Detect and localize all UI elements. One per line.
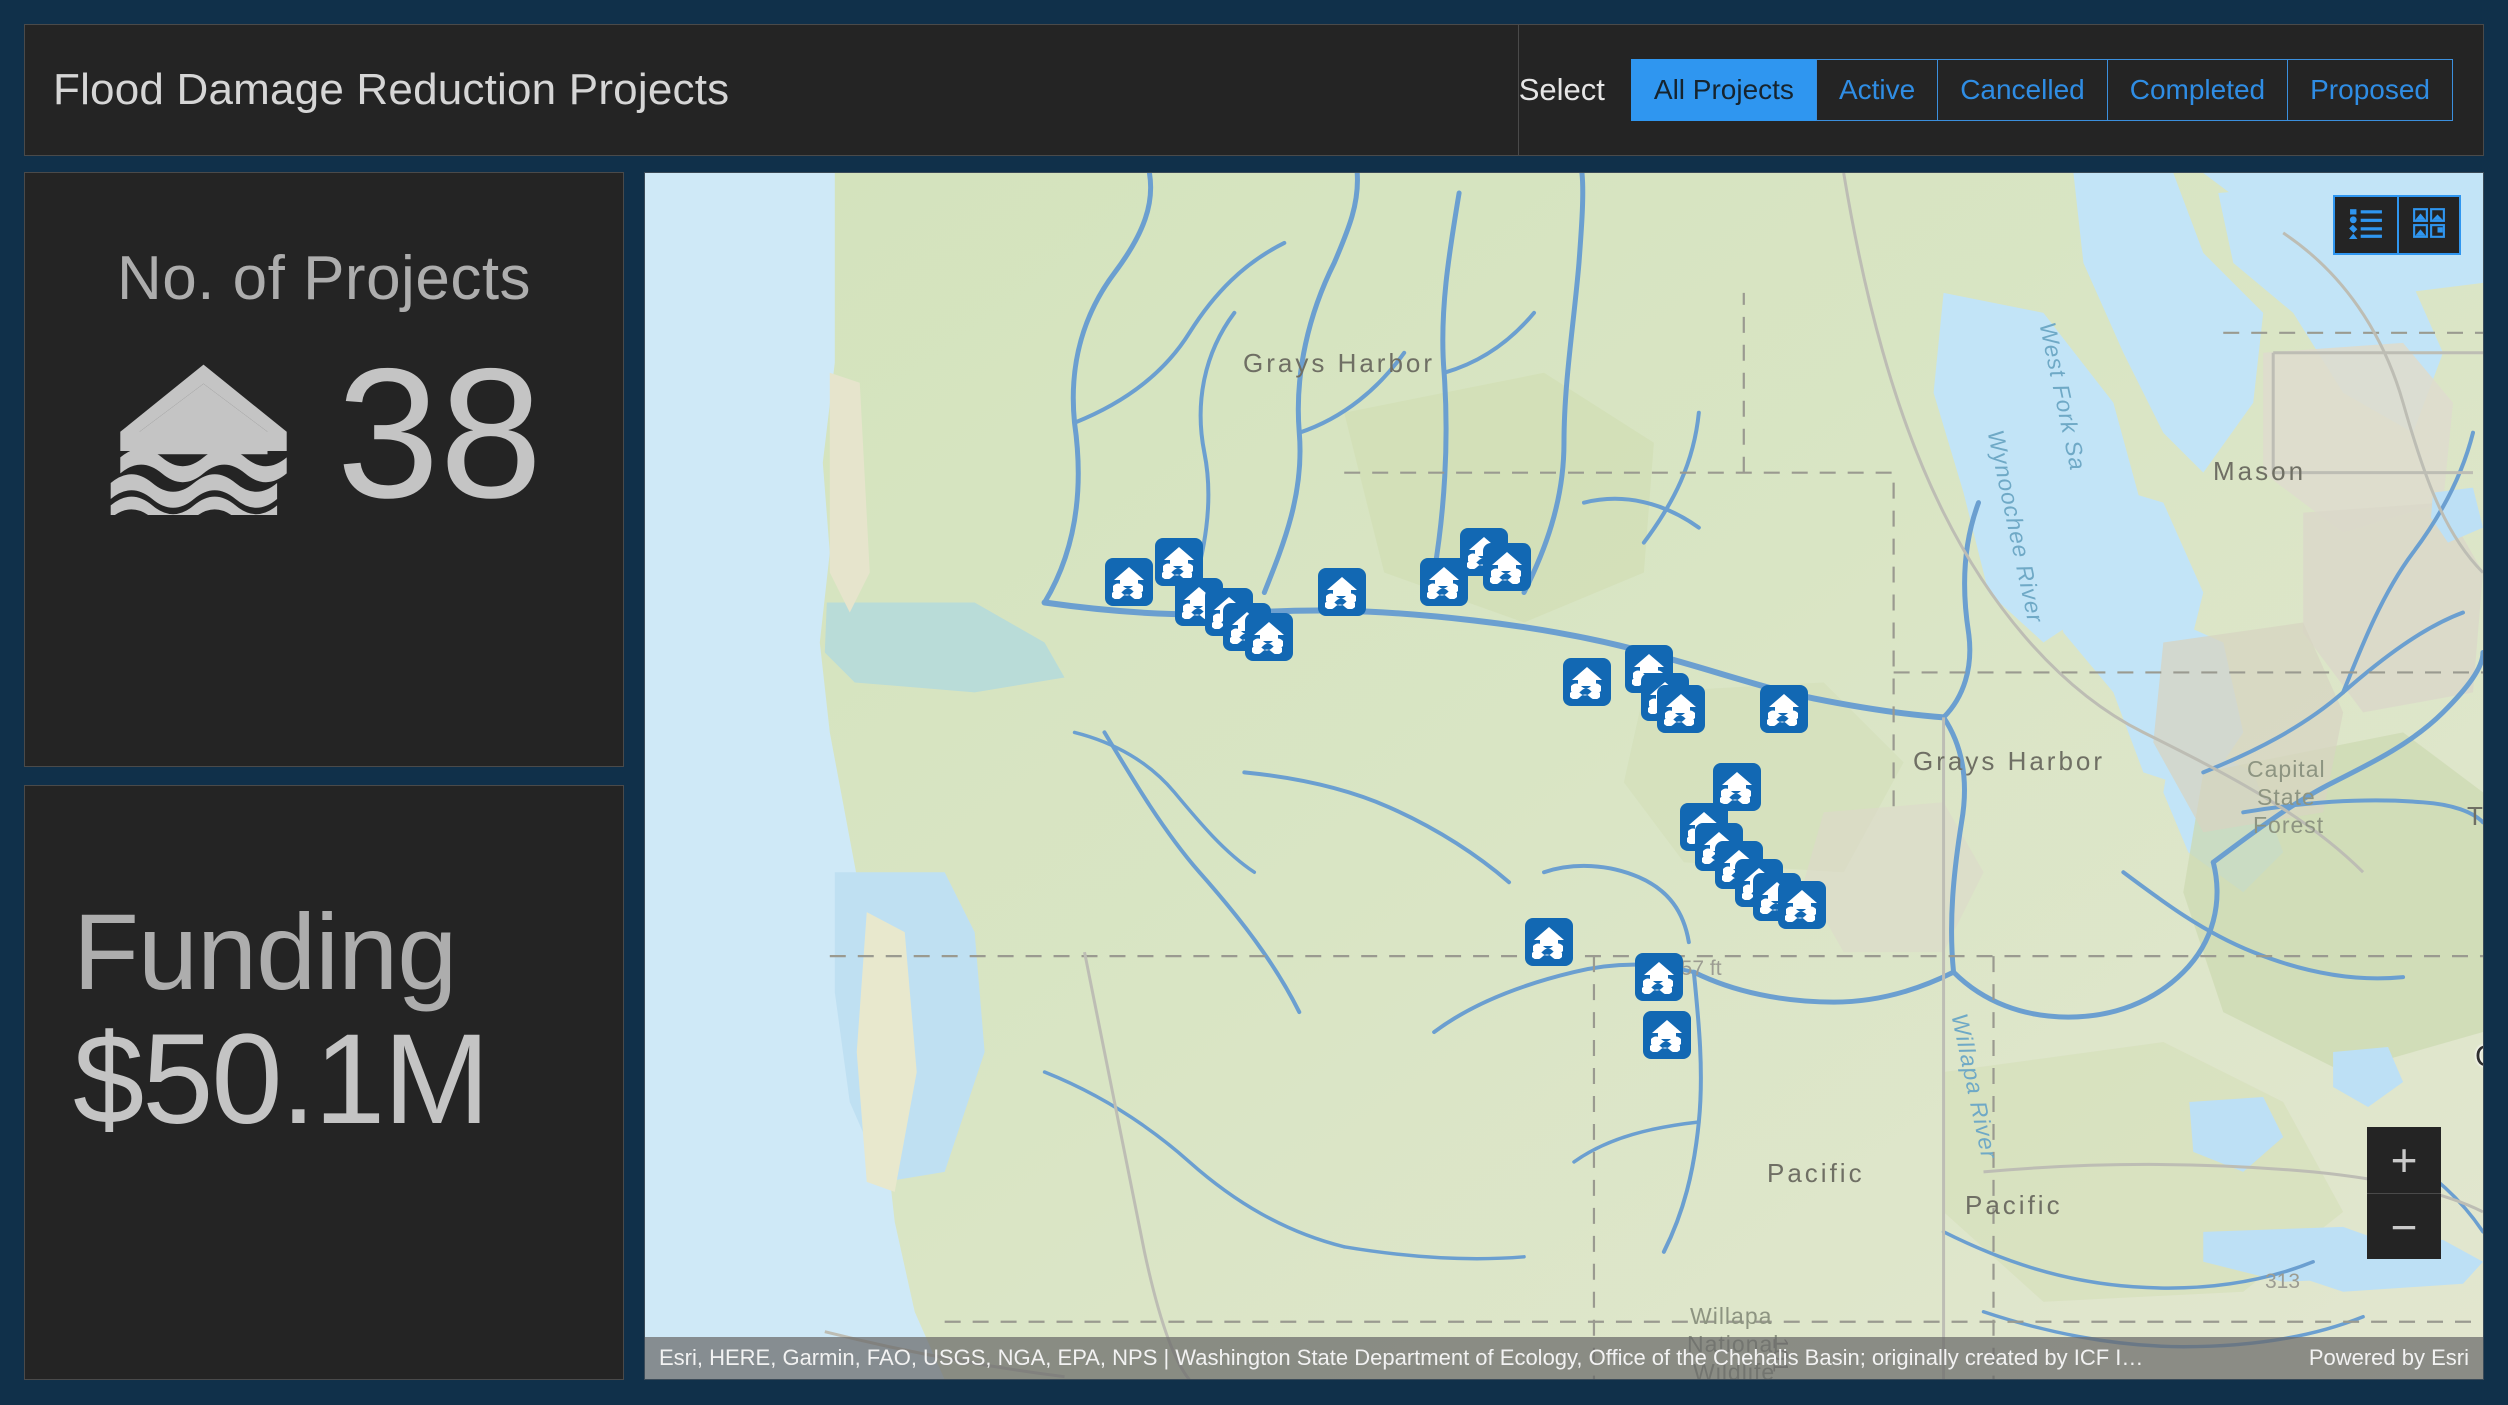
map-project-marker[interactable] xyxy=(1643,1011,1691,1059)
header-filter-panel: Select All Projects Active Cancelled Comple… xyxy=(1518,24,2484,156)
legend-button[interactable] xyxy=(2335,197,2397,253)
filter-button-proposed[interactable]: Proposed xyxy=(2287,59,2453,121)
funding-title: Funding xyxy=(73,890,457,1012)
zoom-in-button[interactable]: + xyxy=(2367,1127,2441,1193)
projects-count-row: 38 xyxy=(106,331,543,537)
map-project-marker[interactable] xyxy=(1760,685,1808,733)
dashboard-root: Flood Damage Reduction Projects Select A… xyxy=(0,0,2508,1405)
legend-icon xyxy=(2349,207,2383,244)
header-title-panel: Flood Damage Reduction Projects xyxy=(24,24,1519,156)
powered-by-esri: Powered by Esri xyxy=(2308,1345,2469,1370)
basemap-gallery-button[interactable] xyxy=(2397,197,2459,253)
map-project-marker[interactable] xyxy=(1635,953,1683,1001)
projects-count-card: No. of Projects 38 xyxy=(24,172,624,767)
map-widget-bar xyxy=(2333,195,2461,255)
map-zoom-controls: + − xyxy=(2367,1127,2441,1259)
funding-card: Funding $50.1M xyxy=(24,785,624,1380)
filter-button-all-projects[interactable]: All Projects xyxy=(1630,59,1816,121)
map-attribution-text: Esri, HERE, Garmin, FAO, USGS, NGA, EPA,… xyxy=(659,1345,2144,1370)
map-project-marker[interactable] xyxy=(1657,685,1705,733)
projects-count-value: 38 xyxy=(336,331,543,537)
basemap-gallery-icon xyxy=(2412,207,2446,244)
select-label: Select xyxy=(1518,72,1605,107)
map-basemap xyxy=(645,173,2483,1379)
filter-button-completed[interactable]: Completed xyxy=(2106,59,2288,121)
projects-count-title: No. of Projects xyxy=(116,244,532,313)
map-project-marker[interactable] xyxy=(1483,543,1531,591)
map-panel[interactable]: Grays HarborMasonTacomaLeaky LakeSouth H… xyxy=(644,172,2484,1380)
card-spacer xyxy=(24,767,624,785)
map-project-marker[interactable] xyxy=(1105,558,1153,606)
header: Flood Damage Reduction Projects Select A… xyxy=(24,24,2484,156)
map-project-marker[interactable] xyxy=(1318,568,1366,616)
flood-house-icon xyxy=(106,355,301,515)
map-attribution-bar: Esri, HERE, Garmin, FAO, USGS, NGA, EPA,… xyxy=(645,1337,2483,1379)
map-project-marker[interactable] xyxy=(1525,918,1573,966)
map-project-marker[interactable] xyxy=(1778,881,1826,929)
project-status-filter-group: All Projects Active Cancelled Completed Prop… xyxy=(1630,59,2453,121)
filter-button-active[interactable]: Active xyxy=(1815,59,1938,121)
map-project-marker[interactable] xyxy=(1245,613,1293,661)
funding-value: $50.1M xyxy=(73,1008,490,1152)
page-title: Flood Damage Reduction Projects xyxy=(53,65,730,114)
map-project-marker[interactable] xyxy=(1563,658,1611,706)
filter-button-cancelled[interactable]: Cancelled xyxy=(1937,59,2107,121)
stats-column: No. of Projects 38 Funding $50.1M xyxy=(24,172,624,1380)
zoom-out-button[interactable]: − xyxy=(2367,1193,2441,1259)
